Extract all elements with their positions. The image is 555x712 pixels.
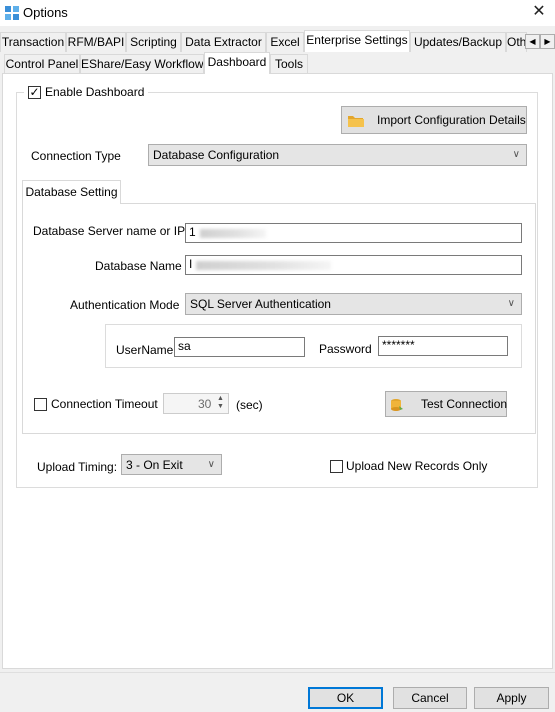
redacted-server-text [200,229,266,238]
options-app-icon [5,6,19,20]
tab-database-setting[interactable]: Database Setting [22,180,121,204]
import-configuration-button[interactable]: Import Configuration Details [341,106,527,134]
window-title: Options [23,5,68,20]
apply-button[interactable]: Apply [474,687,549,709]
spinner-arrows-icon[interactable]: ▲ ▼ [217,395,224,411]
tab-transaction[interactable]: Transaction [0,32,66,52]
connection-timeout-spinner[interactable]: 30 ▲ ▼ [163,393,229,414]
database-name-value: I [189,257,193,271]
tab-data-extractor[interactable]: Data Extractor [181,32,266,52]
test-connection-button[interactable]: Test Connection [385,391,507,417]
server-label: Database Server name or IP [33,224,186,238]
tab-scripting[interactable]: Scripting [126,32,181,52]
tab-updates-backup[interactable]: Updates/Backup [410,32,506,52]
folder-icon [348,116,364,127]
timeout-unit-label: (sec) [236,398,263,412]
server-input[interactable]: 1 [185,223,522,243]
tab-scroll-right-icon[interactable]: ▶ [540,34,555,49]
connection-type-value: Database Configuration [153,148,280,162]
authentication-mode-value: SQL Server Authentication [190,297,331,311]
authentication-mode-select[interactable]: SQL Server Authentication ∨ [185,293,522,315]
password-input[interactable]: ******* [378,336,508,356]
cancel-button[interactable]: Cancel [393,687,467,709]
tab-scroll-left-icon[interactable]: ◀ [525,34,540,49]
connection-type-select[interactable]: Database Configuration ∨ [148,144,527,166]
enable-dashboard-checkbox[interactable]: ✓ [28,86,41,99]
tab-enterprise-settings[interactable]: Enterprise Settings [304,30,410,52]
authentication-mode-label: Authentication Mode [70,298,180,312]
upload-timing-value: 3 - On Exit [126,458,183,472]
database-name-input[interactable]: I [185,255,522,275]
tab-dashboard[interactable]: Dashboard [204,52,270,74]
enable-dashboard-row[interactable]: ✓ Enable Dashboard [24,84,148,100]
database-name-label: Database Name [95,259,182,273]
dialog-footer [0,672,555,712]
upload-new-records-label: Upload New Records Only [346,459,488,473]
username-label: UserName [116,343,174,357]
close-icon[interactable]: ✕ [527,1,551,25]
test-connection-label: Test Connection [421,397,508,411]
tab-tools[interactable]: Tools [270,54,308,74]
chevron-down-icon: ∨ [512,149,520,160]
upload-timing-label: Upload Timing: [37,460,118,474]
tab-rfm-bapi[interactable]: RFM/BAPI [66,32,126,52]
upload-timing-select[interactable]: 3 - On Exit ∨ [121,454,222,475]
tab-control-panel[interactable]: Control Panel [4,54,80,74]
chevron-down-icon: ∨ [507,298,515,309]
title-bar [0,0,555,26]
username-input[interactable]: sa [174,337,305,357]
ok-button[interactable]: OK [308,687,383,709]
enable-dashboard-label: Enable Dashboard [45,85,145,99]
connection-timeout-checkbox[interactable] [34,398,47,411]
tab-excel[interactable]: Excel [266,32,304,52]
tab-eshare-easy-workflow[interactable]: EShare/Easy Workflow [80,54,204,74]
password-label: Password [319,342,372,356]
chevron-down-icon: ∨ [207,459,215,470]
tab-other[interactable]: Oth [506,32,527,52]
connection-type-label: Connection Type [31,149,121,163]
upload-new-records-checkbox[interactable] [330,460,343,473]
redacted-database-text [196,261,331,270]
connection-timeout-label: Connection Timeout [51,397,158,411]
server-value: 1 [189,225,196,239]
database-connect-icon [391,399,403,411]
connection-timeout-value: 30 [198,397,212,411]
import-configuration-label: Import Configuration Details [377,113,526,127]
